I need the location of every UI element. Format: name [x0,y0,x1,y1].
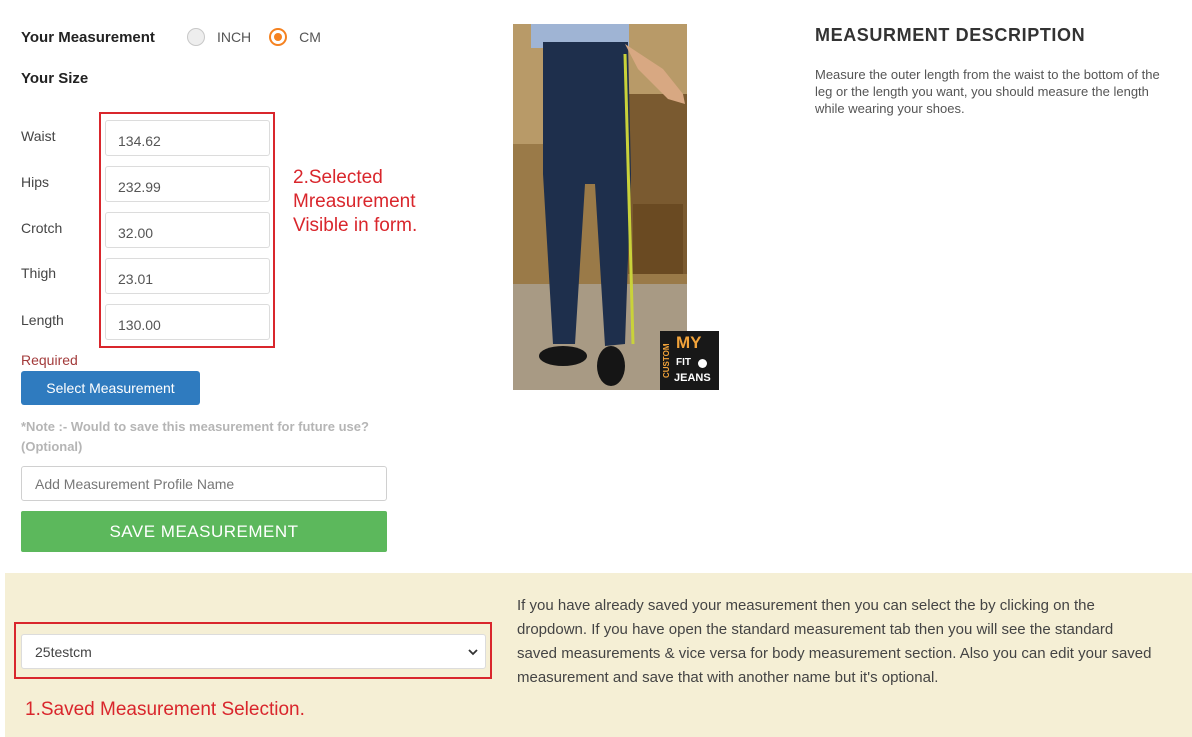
logo-my-text: MY [676,333,702,352]
save-note: *Note :- Would to save this measurement … [21,419,369,454]
logo-fit-text: FIT [676,357,691,368]
logo-dot-icon [698,359,707,368]
crotch-label: Crotch [21,220,63,236]
custom-my-fit-jeans-logo: CUSTOM MY FIT JEANS [660,331,719,390]
measurement-unit-row: Your Measurement INCH CM [21,26,339,48]
logo-custom-text: CUSTOM [662,343,671,379]
radio-inch-circle[interactable] [186,28,205,46]
description-text: Measure the outer length from the waist … [815,67,1160,116]
radio-cm-circle[interactable] [269,28,288,46]
logo-jeans-text: JEANS [674,372,711,384]
required-text: Required [21,352,78,368]
waist-label: Waist [21,128,56,144]
radio-inch-label: INCH [216,29,252,45]
hips-label: Hips [21,174,50,190]
saved-measurement-help-text: If you have already saved your measureme… [517,597,1152,686]
dropdown-annotation: 1.Saved Measurement Selection. [25,699,305,720]
length-label: Length [21,312,64,328]
save-measurement-button[interactable]: SAVE MEASUREMENT [21,511,387,552]
measurement-title: Your Measurement [21,28,155,46]
form-annotation: 2.Selected Mreasurement Visible in form. [293,167,418,236]
radio-cm-label: CM [299,29,321,45]
unit-radio-inch[interactable]: INCH [186,28,252,46]
form-highlight-box [99,112,275,348]
unit-radio-cm[interactable]: CM [269,28,321,46]
select-measurement-button[interactable]: Select Measurement [21,371,200,405]
your-size-title: Your Size [21,70,89,87]
description-title: MEASURMENT DESCRIPTION [815,25,1086,45]
thigh-label: Thigh [21,265,57,281]
profile-name-input[interactable]: Add Measurement Profile Name [21,466,387,501]
dropdown-highlight-box [14,622,492,679]
